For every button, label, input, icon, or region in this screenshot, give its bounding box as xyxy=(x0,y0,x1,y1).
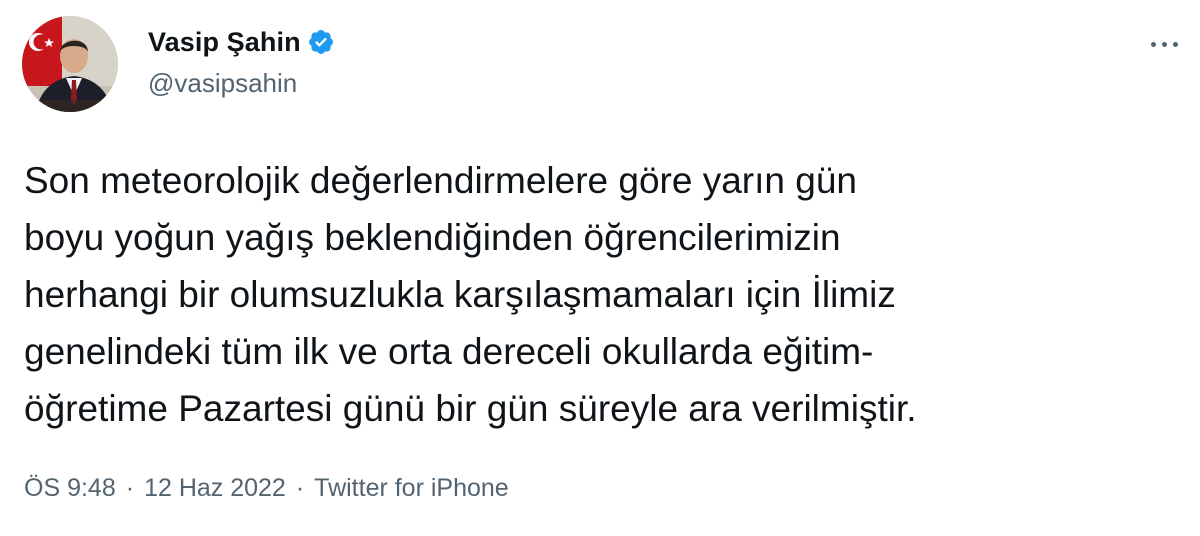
verified-badge-icon xyxy=(307,28,335,56)
avatar[interactable] xyxy=(22,16,118,112)
tweet-card: Vasip Şahin @vasipsahin Son meteorolojik… xyxy=(0,0,1200,536)
display-name[interactable]: Vasip Şahin xyxy=(148,27,301,58)
meta-separator: · xyxy=(295,474,305,502)
tweet-meta: ÖS 9:48 · 12 Haz 2022 · Twitter for iPho… xyxy=(24,474,509,503)
more-dot xyxy=(1161,41,1167,47)
more-options-icon[interactable] xyxy=(1142,30,1186,58)
tweet-time[interactable]: ÖS 9:48 xyxy=(24,474,116,503)
tweet-source[interactable]: Twitter for iPhone xyxy=(314,474,509,503)
tweet-date[interactable]: 12 Haz 2022 xyxy=(144,474,286,503)
user-handle[interactable]: @vasipsahin xyxy=(148,68,335,99)
tweet-text: Son meteorolojik değerlendirmelere göre … xyxy=(24,160,917,429)
author-block: Vasip Şahin @vasipsahin xyxy=(148,24,335,99)
more-dot xyxy=(1172,41,1178,47)
more-dot xyxy=(1150,41,1156,47)
avatar-image xyxy=(22,16,118,112)
meta-separator: · xyxy=(125,474,135,502)
name-row: Vasip Şahin xyxy=(148,24,335,60)
